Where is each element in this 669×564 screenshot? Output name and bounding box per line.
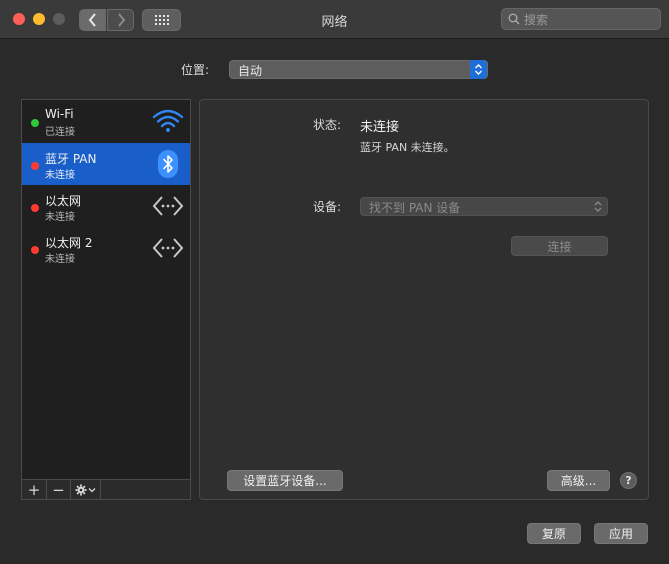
location-label: 位置: [181,63,210,77]
service-item-bluetooth-pan[interactable]: 蓝牙 PAN 未连接 [22,143,190,185]
location-value: 自动 [238,64,263,78]
device-value: 找不到 PAN 设备 [369,201,461,215]
search-icon [508,13,520,25]
up-down-arrows-icon [470,60,487,79]
service-item-wifi[interactable]: Wi-Fi 已连接 [22,100,190,142]
service-name: 以太网 2 [45,236,93,250]
search-placeholder: 搜索 [524,12,549,27]
service-list-toolbar: + − [21,480,191,500]
detail-panel [199,99,649,500]
status-dot [31,162,39,170]
service-status: 已连接 [45,127,75,138]
device-label: 设备: [313,200,342,214]
revert-button[interactable]: 复原 [527,523,581,544]
service-name: Wi-Fi [45,107,74,121]
add-service-button[interactable]: + [22,480,47,499]
service-name: 蓝牙 PAN [45,152,97,166]
up-down-arrows-icon [594,201,602,212]
status-label: 状态: [313,118,342,132]
status-dot [31,246,39,254]
service-list: Wi-Fi 已连接 蓝牙 PAN 未连接 以太网 未连接 以太网 2 未连接 [21,99,191,480]
service-status: 未连接 [45,170,75,181]
service-name: 以太网 [45,194,82,208]
advanced-button[interactable]: 高级... [547,470,610,491]
setup-bluetooth-device-button[interactable]: 设置蓝牙设备... [227,470,343,491]
ethernet-icon [152,232,184,264]
search-field[interactable]: 搜索 [501,8,661,30]
status-dot [31,204,39,212]
title-bar: 网络 搜索 [0,0,669,39]
service-status: 未连接 [45,254,75,265]
remove-service-button[interactable]: − [47,480,71,499]
ethernet-icon [152,190,184,222]
service-item-ethernet-2[interactable]: 以太网 2 未连接 [22,227,190,269]
action-menu-button[interactable] [71,480,101,499]
apply-button[interactable]: 应用 [594,523,648,544]
device-select[interactable]: 找不到 PAN 设备 [360,197,608,216]
service-item-ethernet[interactable]: 以太网 未连接 [22,185,190,227]
service-status: 未连接 [45,212,75,223]
status-dot [31,119,39,127]
location-select[interactable]: 自动 [229,60,488,79]
status-description: 蓝牙 PAN 未连接。 [360,141,455,154]
wifi-icon [152,105,184,137]
gear-icon [75,484,95,495]
help-button[interactable]: ? [620,472,637,489]
connect-button[interactable]: 连接 [511,236,608,256]
status-value: 未连接 [360,120,400,135]
bluetooth-icon [152,148,184,180]
